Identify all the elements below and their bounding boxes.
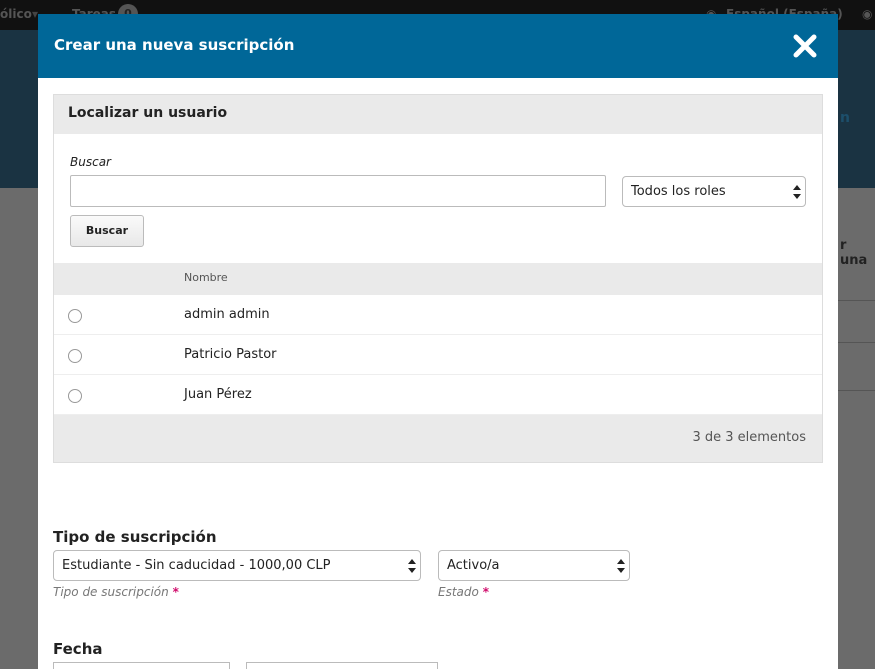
background-link-fragment: n	[840, 110, 850, 126]
locate-user-title: Localizar un usuario	[54, 95, 822, 134]
user-name: admin admin	[184, 307, 270, 322]
search-button[interactable]: Buscar	[70, 215, 144, 247]
users-count: 3 de 3 elementos	[692, 430, 806, 445]
user-radio[interactable]	[68, 389, 82, 403]
column-header-name: Nombre	[184, 271, 228, 284]
select-arrows-icon	[408, 559, 416, 573]
users-grid-header: Nombre	[54, 263, 822, 295]
subscription-type-title: Tipo de suscripción	[53, 528, 217, 546]
status-select[interactable]: Activo/a	[438, 550, 630, 581]
user-row[interactable]: admin admin	[54, 295, 822, 335]
subscription-type-value: Estudiante - Sin caducidad - 1000,00 CLP	[62, 558, 331, 573]
background-context-label: ólico	[0, 7, 32, 21]
select-arrows-icon	[793, 185, 801, 199]
status-value: Activo/a	[447, 558, 500, 573]
background-eye-icon: ◉	[862, 7, 873, 21]
required-mark: *	[482, 585, 489, 599]
subscription-type-select[interactable]: Estudiante - Sin caducidad - 1000,00 CLP	[53, 550, 421, 581]
search-input[interactable]	[70, 175, 606, 207]
user-row[interactable]: Patricio Pastor	[54, 335, 822, 375]
subscription-type-hint-text: Tipo de suscripción	[53, 585, 169, 599]
user-row[interactable]: Juan Pérez	[54, 375, 822, 415]
role-select-value: Todos los roles	[631, 184, 726, 199]
modal-header: Crear una nueva suscripción	[38, 14, 838, 78]
status-hint: Estado *	[438, 585, 489, 599]
subscription-type-hint: Tipo de suscripción *	[53, 585, 179, 599]
background-divider	[838, 390, 875, 391]
close-icon[interactable]	[792, 33, 818, 59]
close-icon-glyph	[793, 34, 817, 58]
modal-title: Crear una nueva suscripción	[54, 36, 295, 54]
locate-user-panel: Localizar un usuario Buscar Todos los ro…	[53, 94, 823, 463]
required-mark: *	[172, 585, 179, 599]
create-subscription-modal: Crear una nueva suscripción Localizar un…	[38, 14, 838, 669]
user-radio[interactable]	[68, 309, 82, 323]
background-text-fragment: r una	[840, 238, 868, 268]
users-grid-footer: 3 de 3 elementos	[54, 415, 822, 462]
role-select[interactable]: Todos los roles	[622, 176, 806, 207]
status-hint-text: Estado	[438, 585, 479, 599]
select-arrows-icon	[617, 559, 625, 573]
end-date-input[interactable]	[246, 662, 438, 669]
background-divider	[838, 300, 875, 301]
user-name: Patricio Pastor	[184, 347, 277, 362]
search-label: Buscar	[70, 155, 111, 169]
date-title: Fecha	[53, 640, 103, 658]
user-name: Juan Pérez	[184, 387, 252, 402]
user-radio[interactable]	[68, 349, 82, 363]
start-date-input[interactable]	[53, 662, 230, 669]
background-divider	[838, 342, 875, 343]
